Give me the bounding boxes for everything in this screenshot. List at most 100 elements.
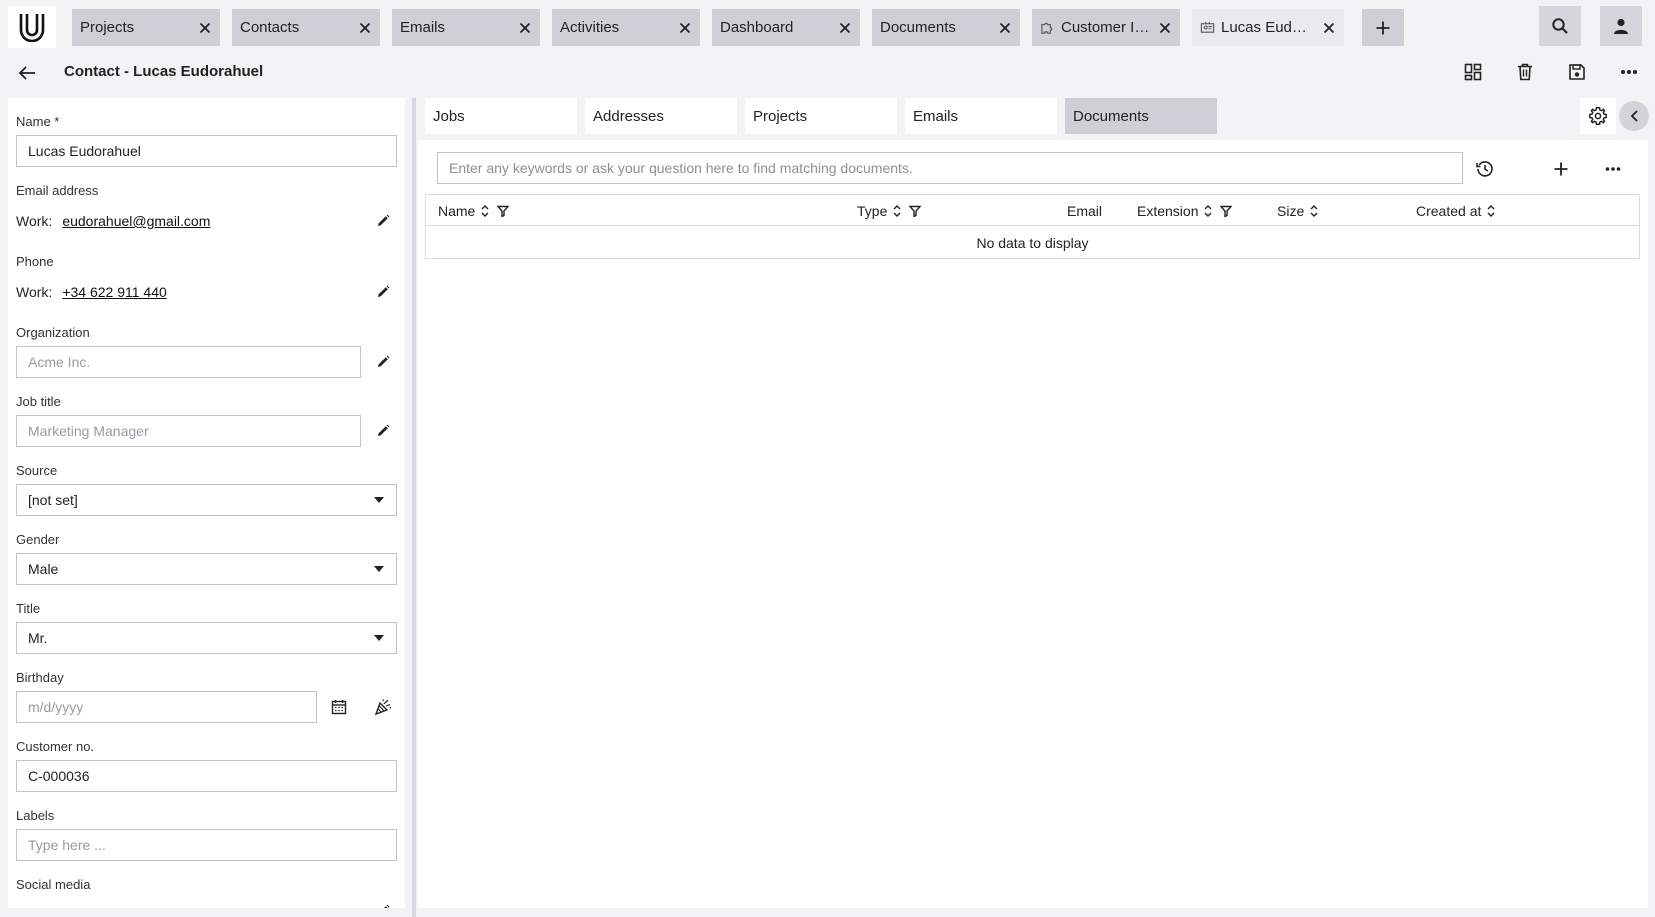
celebrate-button[interactable] (370, 694, 396, 720)
column-name[interactable]: Name (438, 195, 510, 226)
phone-type: Work: (16, 284, 53, 300)
calendar-button[interactable] (326, 694, 352, 720)
tab-label: Lucas Eudora... (1221, 19, 1314, 36)
phone-link[interactable]: +34 622 911 440 (62, 284, 166, 300)
dashboard-layout-icon (1464, 63, 1482, 81)
column-email[interactable]: Email (1067, 195, 1102, 226)
panel-splitter[interactable] (412, 98, 416, 917)
edit-job-title-button[interactable] (370, 418, 396, 444)
documents-more-button[interactable] (1597, 153, 1629, 185)
search-icon (1552, 18, 1568, 34)
labels-input[interactable] (16, 829, 397, 861)
close-icon[interactable] (1314, 9, 1344, 46)
tab-customer-insights[interactable]: Customer Insi... (1032, 9, 1180, 46)
tab-label: Contacts (240, 19, 300, 36)
contact-card-icon (1200, 20, 1215, 35)
tab-projects[interactable]: Projects (745, 98, 897, 134)
history-icon (1476, 161, 1493, 177)
add-tab-button[interactable] (1362, 9, 1404, 46)
empty-state-text: No data to display (976, 234, 1089, 251)
tab-label: Activities (560, 19, 620, 36)
tab-emails[interactable]: Emails (905, 98, 1057, 134)
add-document-button[interactable] (1545, 153, 1577, 185)
tab-label: Customer Insi... (1061, 19, 1150, 36)
close-icon[interactable] (990, 9, 1020, 46)
tab-label: Emails (400, 19, 446, 36)
close-icon[interactable] (670, 9, 700, 46)
pencil-icon (378, 355, 390, 367)
social-media-label: Social media (16, 877, 91, 892)
job-title-label: Job title (16, 394, 61, 409)
tab-emails[interactable]: Emails (392, 9, 540, 46)
more-options-button[interactable] (1611, 56, 1647, 88)
sort-icon[interactable] (1204, 204, 1212, 218)
source-label: Source (16, 463, 58, 478)
column-label: Size (1277, 202, 1305, 219)
email-link[interactable]: eudorahuel@gmail.com (62, 213, 210, 229)
name-input[interactable] (16, 135, 397, 167)
column-created-at[interactable]: Created at (1416, 195, 1495, 226)
documents-search-input[interactable] (437, 152, 1463, 184)
close-icon[interactable] (1150, 9, 1180, 46)
caret-down-icon (374, 566, 384, 572)
phone-row: Work: +34 622 911 440 (16, 284, 167, 300)
edit-phone-button[interactable] (370, 279, 396, 305)
email-label: Email address (16, 183, 99, 198)
tab-documents[interactable]: Documents (872, 9, 1020, 46)
tab-jobs[interactable]: Jobs (425, 98, 577, 134)
close-icon[interactable] (350, 9, 380, 46)
global-search-button[interactable] (1539, 6, 1581, 46)
job-title-input[interactable] (16, 415, 361, 447)
close-icon[interactable] (190, 9, 220, 46)
sort-icon[interactable] (1487, 204, 1495, 218)
organization-input[interactable] (16, 346, 361, 378)
column-type[interactable]: Type (857, 195, 922, 226)
edit-email-button[interactable] (370, 208, 396, 234)
filter-icon[interactable] (497, 205, 510, 217)
pencil-icon (378, 285, 390, 297)
pencil-icon (378, 424, 390, 436)
collapse-panel-button[interactable] (1619, 101, 1649, 131)
settings-button[interactable] (1580, 98, 1616, 134)
title-value: Mr. (28, 630, 48, 646)
column-label: Created at (1416, 202, 1482, 219)
column-label: Type (857, 202, 888, 219)
plus-icon (1376, 21, 1390, 34)
sort-icon[interactable] (1310, 204, 1318, 218)
person-icon (1614, 18, 1628, 34)
gender-select[interactable]: Male (16, 553, 397, 585)
close-icon[interactable] (510, 9, 540, 46)
source-select[interactable]: [not set] (16, 484, 397, 516)
tab-projects[interactable]: Projects (72, 9, 220, 46)
tab-addresses[interactable]: Addresses (585, 98, 737, 134)
name-label: Name * (16, 114, 60, 129)
title-label: Title (16, 601, 41, 616)
layout-button[interactable] (1455, 56, 1491, 88)
history-button[interactable] (1469, 153, 1501, 185)
tab-documents[interactable]: Documents (1065, 98, 1217, 134)
edit-social-media-button[interactable] (370, 898, 396, 908)
sort-icon[interactable] (481, 204, 489, 218)
title-select[interactable]: Mr. (16, 622, 397, 654)
tab-activities[interactable]: Activities (552, 9, 700, 46)
close-icon[interactable] (830, 9, 860, 46)
filter-icon[interactable] (909, 205, 922, 217)
save-button[interactable] (1559, 56, 1595, 88)
delete-button[interactable] (1507, 56, 1543, 88)
customer-no-input[interactable] (16, 760, 397, 792)
sort-icon[interactable] (893, 204, 901, 218)
app-logo[interactable] (8, 6, 56, 48)
tab-dashboard[interactable]: Dashboard (712, 9, 860, 46)
user-menu-button[interactable] (1600, 6, 1642, 46)
edit-organization-button[interactable] (370, 349, 396, 375)
filter-icon[interactable] (1220, 205, 1233, 217)
tab-lucas-eudorahuel[interactable]: Lucas Eudora... (1192, 9, 1344, 46)
gear-icon (1589, 107, 1607, 125)
column-size[interactable]: Size (1277, 195, 1318, 226)
column-extension[interactable]: Extension (1137, 195, 1233, 226)
logo-icon (19, 14, 45, 42)
tab-contacts[interactable]: Contacts (232, 9, 380, 46)
back-button[interactable] (12, 58, 42, 88)
tab-label: Projects (80, 19, 135, 36)
birthday-input[interactable] (16, 691, 317, 723)
